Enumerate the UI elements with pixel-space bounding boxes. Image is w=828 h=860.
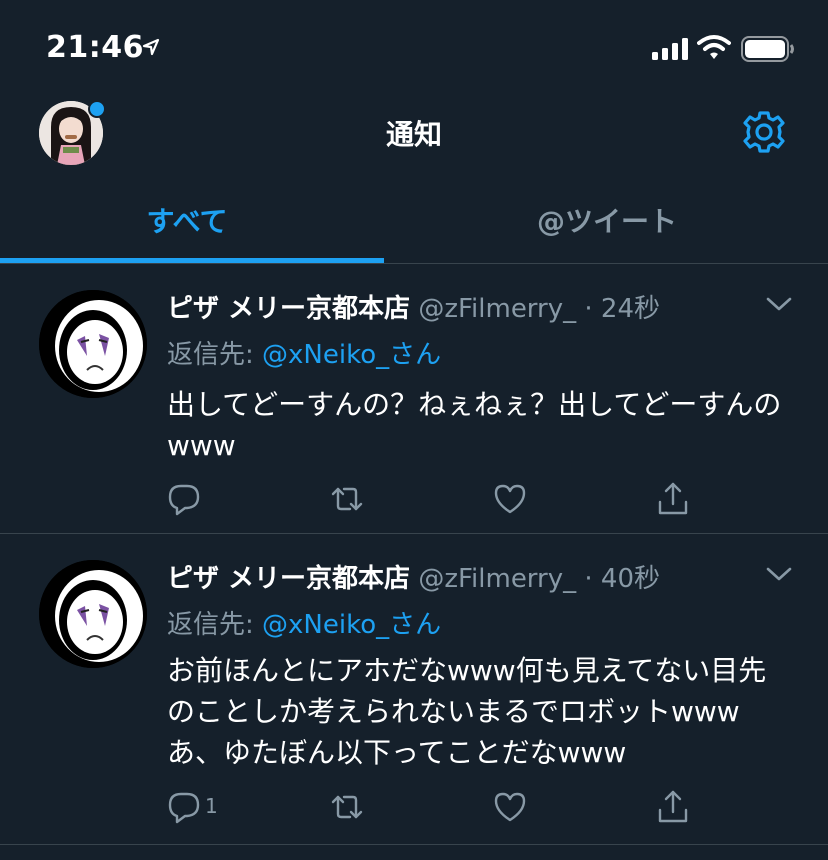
tweet-text: お前ほんとにアホだなwww何も見えてない目先のことしか考えられないまるでロボット… [167,654,767,769]
reply-count: 1 [205,794,218,818]
tab-mentions[interactable]: @ツイート [400,200,814,240]
like-icon [494,792,526,822]
tweet-item[interactable]: ピザ メリー京都本店 @zFilmerry_ · 40秒 返信先: @xNeik… [0,534,828,860]
reply-icon [168,792,200,824]
retweet-button[interactable] [330,482,364,520]
reply-prefix: 返信先: [167,610,254,640]
retweet-button[interactable] [330,790,364,828]
location-arrow-icon [142,38,160,56]
like-icon [494,484,526,514]
status-bar: 21:46 [0,0,828,100]
reply-icon [168,484,200,516]
chevron-down-icon[interactable] [766,566,792,582]
chevron-down-icon[interactable] [766,296,792,312]
tab-all[interactable]: すべて [0,200,394,240]
signal-icon [652,38,688,60]
avatar-image [39,560,147,668]
divider [0,844,828,845]
battery-icon [741,36,794,62]
separator: · [584,564,593,594]
reply-button[interactable]: 1 [167,790,218,828]
share-icon [658,482,688,515]
status-time: 21:46 [46,30,144,65]
tweet-text: 出してどーすんの？ねぇねぇ？出してどーすんのwww [167,388,782,462]
share-button[interactable] [656,790,690,828]
retweet-icon [331,795,363,819]
wifi-icon [697,35,731,59]
avatar-image [39,290,147,398]
gear-icon[interactable] [740,108,788,156]
share-icon [658,790,688,823]
tweet-avatar[interactable] [39,290,147,398]
tweet-avatar[interactable] [39,560,147,668]
user-handle[interactable]: @zFilmerry_ [418,294,576,324]
reply-context: 返信先: @xNeiko_さん [167,334,441,371]
reply-prefix: 返信先: [167,340,254,370]
like-button[interactable] [493,790,527,828]
reply-button[interactable] [167,482,201,520]
separator: · [584,294,593,324]
tweet-time: 24秒 [600,294,661,324]
display-name[interactable]: ピザ メリー京都本店 [167,564,410,594]
tweet-header: ピザ メリー京都本店 @zFilmerry_ · 24秒 [167,288,660,325]
reply-mention-link[interactable]: @xNeiko_さん [262,340,441,370]
share-button[interactable] [656,482,690,520]
retweet-icon [331,487,363,511]
tweet-item[interactable]: ピザ メリー京都本店 @zFilmerry_ · 24秒 返信先: @xNeik… [0,264,828,534]
tweet-actions: 1 [167,790,727,824]
like-button[interactable] [493,482,527,520]
page-title: 通知 [385,118,442,151]
user-handle[interactable]: @zFilmerry_ [418,564,576,594]
reply-context: 返信先: @xNeiko_さん [167,604,441,641]
tweet-time: 40秒 [600,564,661,594]
tweet-header: ピザ メリー京都本店 @zFilmerry_ · 40秒 [167,558,660,595]
display-name[interactable]: ピザ メリー京都本店 [167,294,410,324]
reply-mention-link[interactable]: @xNeiko_さん [262,610,441,640]
tweet-actions [167,482,727,516]
